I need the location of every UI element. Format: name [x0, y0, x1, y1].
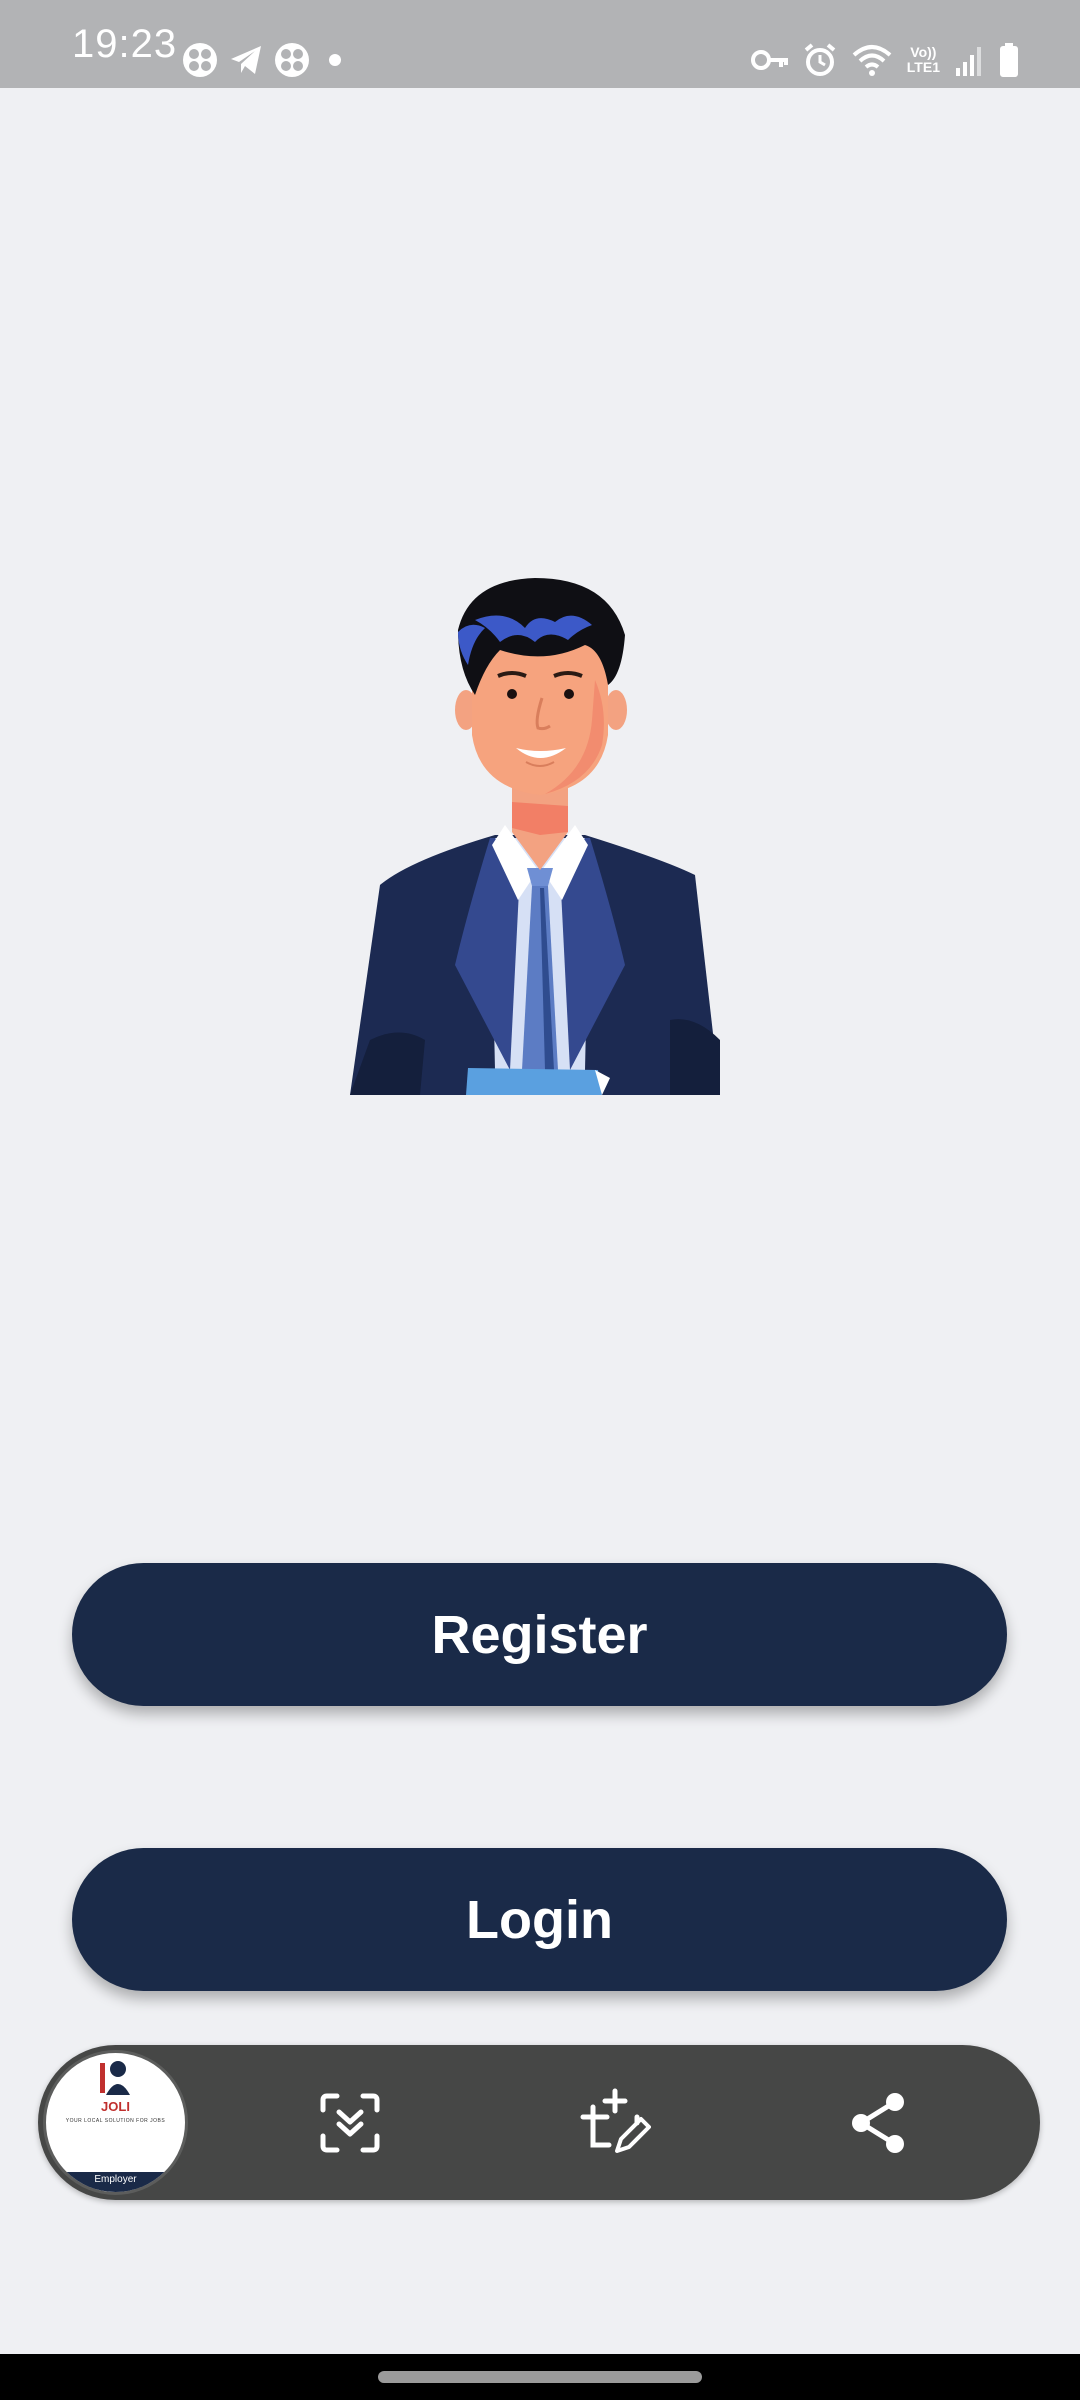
- share-icon: [852, 2093, 904, 2153]
- thumbnail-title: JOLI: [101, 2099, 130, 2114]
- scroll-capture-button[interactable]: [314, 2087, 386, 2159]
- share-button[interactable]: [843, 2087, 915, 2159]
- home-gesture-handle[interactable]: [378, 2371, 702, 2383]
- screenshot-toolbar: JOLI YOUR LOCAL SOLUTION FOR JOBS Employ…: [38, 2045, 1040, 2200]
- vpn-key-icon: [750, 50, 788, 70]
- notification-icons: [182, 40, 350, 80]
- crop-edit-icon: [580, 2088, 651, 2153]
- battery-icon: [1000, 43, 1018, 77]
- app-screen: 19:23 Vo)) LTE1 Register Login JOLI YOUR…: [0, 0, 1080, 2400]
- lte-label: LTE1: [906, 59, 940, 75]
- wifi-icon: [852, 45, 892, 76]
- volte-icon: Vo)) LTE1: [907, 45, 940, 75]
- dot-icon: [329, 54, 341, 66]
- signal-icon: [956, 47, 981, 76]
- thumbnail-footer: Employer: [46, 2172, 185, 2192]
- login-button[interactable]: Login: [72, 1848, 1007, 1991]
- system-icons: Vo)) LTE1: [750, 40, 1020, 80]
- status-bar: 19:23 Vo)) LTE1: [0, 0, 1080, 88]
- crop-edit-button[interactable]: [579, 2087, 651, 2159]
- scroll-capture-icon: [320, 2093, 380, 2153]
- navigation-bar: [0, 2354, 1080, 2400]
- telegram-icon: [231, 46, 261, 74]
- alarm-icon: [804, 43, 836, 76]
- thumbnail-avatar-icon: [100, 2061, 130, 2095]
- register-button[interactable]: Register: [72, 1563, 1007, 1706]
- thumbnail-subtitle: YOUR LOCAL SOLUTION FOR JOBS: [65, 2118, 166, 2124]
- screenshot-thumbnail[interactable]: JOLI YOUR LOCAL SOLUTION FOR JOBS Employ…: [43, 2050, 188, 2195]
- fan-icon: [275, 43, 309, 77]
- businessman-illustration: [350, 578, 720, 1095]
- status-time: 19:23: [72, 22, 178, 66]
- volte-label: Vo)): [910, 44, 937, 60]
- fan-icon: [183, 43, 217, 77]
